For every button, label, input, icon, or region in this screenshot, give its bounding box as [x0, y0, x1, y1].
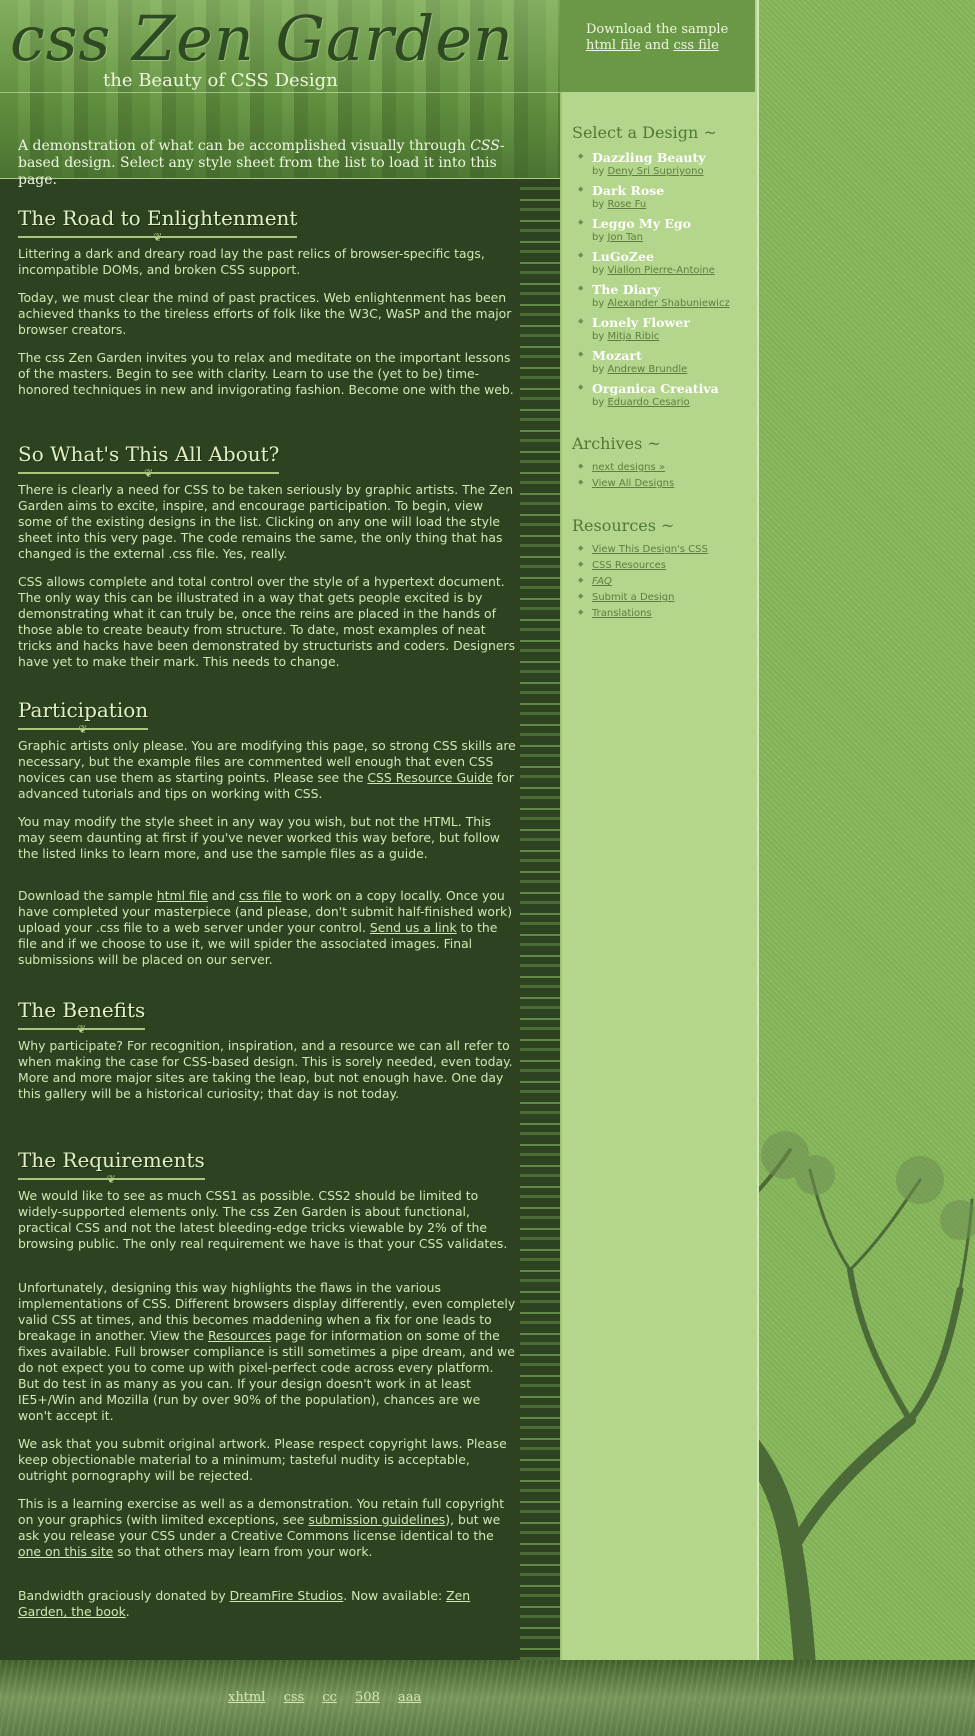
about-paragraph-1: There is clearly a need for CSS to be ta…: [18, 482, 514, 561]
design-link[interactable]: Mozart: [592, 348, 730, 363]
download-sample: Download the sample html file and css fi…: [586, 22, 729, 53]
benefits-paragraph-1: Why participate? For recognition, inspir…: [18, 1038, 513, 1101]
faq-link[interactable]: FAQ: [592, 574, 708, 590]
select-design-heading: Select a Design ~: [572, 123, 717, 142]
design-item: Mozartby Andrew Brundle: [578, 348, 730, 376]
resource-item: View This Design's CSS: [578, 542, 708, 558]
design-link[interactable]: The Diary: [592, 282, 730, 297]
design-link[interactable]: Organica Creativa: [592, 381, 730, 396]
resource-item: CSS Resources: [578, 558, 708, 574]
requirements-paragraph-4: This is a learning exercise as well as a…: [18, 1496, 505, 1559]
footer-link-cc[interactable]: cc: [322, 1690, 337, 1705]
section-title-benefits: The Benefits ❦: [18, 998, 146, 1036]
about-paragraph-2: CSS allows complete and total control ov…: [18, 574, 516, 669]
footer-link-508[interactable]: 508: [355, 1690, 380, 1705]
footer-link-aaa[interactable]: aaa: [398, 1690, 421, 1705]
road-paragraph-1: Littering a dark and dreary road lay the…: [18, 246, 485, 277]
author-link[interactable]: Alexander Shabuniewicz: [607, 298, 729, 309]
design-list: Dazzling Beautyby Deny Sri Supriyono Dar…: [578, 150, 730, 414]
footer-link-xhtml[interactable]: xhtml: [228, 1690, 265, 1705]
requirements-paragraph-3: We ask that you submit original artwork.…: [18, 1436, 507, 1483]
site-tagline: the Beauty of CSS Design: [103, 70, 338, 91]
view-all-designs-link[interactable]: View All Designs: [592, 476, 674, 492]
footer-links: xhtml css cc 508 aaa: [228, 1690, 435, 1705]
design-item: Organica Creativaby Eduardo Cesario: [578, 381, 730, 409]
resources-link[interactable]: Resources: [208, 1328, 271, 1343]
author-link[interactable]: Mitja Ribic: [607, 331, 659, 342]
road-paragraph-3: The css Zen Garden invites you to relax …: [18, 350, 514, 397]
author-link[interactable]: Deny Sri Supriyono: [607, 166, 703, 177]
resource-item: FAQ: [578, 574, 708, 590]
css-resource-guide-link[interactable]: CSS Resource Guide: [367, 770, 492, 785]
design-link[interactable]: Leggo My Ego: [592, 216, 730, 231]
archives-heading: Archives ~: [572, 434, 661, 453]
section-title-participation: Participation ❦: [18, 698, 149, 736]
requirements-paragraph-5: Bandwidth graciously donated by DreamFir…: [18, 1588, 471, 1619]
resource-item: Submit a Design: [578, 590, 708, 606]
resources-list: View This Design's CSS CSS Resources FAQ…: [578, 542, 708, 622]
site-logo: css Zen Garden: [10, 2, 514, 75]
next-designs-link[interactable]: next designs »: [592, 460, 674, 476]
design-item: Lonely Flowerby Mitja Ribic: [578, 315, 730, 343]
participation-paragraph-1: Graphic artists only please. You are mod…: [18, 738, 516, 801]
design-item: LuGoZeeby Viallon Pierre-Antoine: [578, 249, 730, 277]
dreamfire-link[interactable]: DreamFire Studios: [230, 1588, 344, 1603]
design-link[interactable]: Lonely Flower: [592, 315, 730, 330]
license-link[interactable]: one on this site: [18, 1544, 113, 1559]
design-item: The Diaryby Alexander Shabuniewicz: [578, 282, 730, 310]
design-link[interactable]: Dark Rose: [592, 183, 730, 198]
road-paragraph-2: Today, we must clear the mind of past pr…: [18, 290, 512, 337]
section-title-about: So What's This All About? ❦: [18, 442, 280, 480]
requirements-paragraph-1: We would like to see as much CSS1 as pos…: [18, 1188, 508, 1251]
participation-paragraph-2: You may modify the style sheet in any wa…: [18, 814, 500, 861]
resource-item: Translations: [578, 606, 708, 622]
design-link[interactable]: LuGoZee: [592, 249, 730, 264]
design-item: Dazzling Beautyby Deny Sri Supriyono: [578, 150, 730, 178]
design-item: Dark Roseby Rose Fu: [578, 183, 730, 211]
author-link[interactable]: Jon Tan: [607, 232, 643, 243]
css-resources-link[interactable]: CSS Resources: [592, 558, 708, 574]
section-title-requirements: The Requirements ❦: [18, 1148, 205, 1186]
design-item: Leggo My Egoby Jon Tan: [578, 216, 730, 244]
author-link[interactable]: Rose Fu: [607, 199, 646, 210]
intro-text: A demonstration of what can be accomplis…: [18, 138, 505, 188]
view-design-css-link[interactable]: View This Design's CSS: [592, 542, 708, 558]
requirements-paragraph-2: Unfortunately, designing this way highli…: [18, 1280, 516, 1423]
rough-edge: [520, 180, 560, 1660]
archives-list: next designs » View All Designs: [578, 460, 674, 492]
resources-heading: Resources ~: [572, 516, 675, 535]
section-title-road: The Road to Enlightenment ❦: [18, 206, 298, 244]
header-divider: [0, 92, 560, 93]
submit-design-link[interactable]: Submit a Design: [592, 590, 708, 606]
design-link[interactable]: Dazzling Beauty: [592, 150, 730, 165]
download-css-link[interactable]: css file: [673, 38, 718, 53]
download-html-link[interactable]: html file: [586, 38, 641, 53]
submission-guidelines-link[interactable]: submission guidelines: [308, 1512, 445, 1527]
html-file-link[interactable]: html file: [157, 888, 208, 903]
css-file-link[interactable]: css file: [239, 888, 282, 903]
footer-link-css[interactable]: css: [284, 1690, 305, 1705]
author-link[interactable]: Eduardo Cesario: [607, 397, 689, 408]
archive-item: next designs »: [578, 460, 674, 476]
participation-paragraph-3: Download the sample html file and css fi…: [18, 888, 513, 967]
send-link[interactable]: Send us a link: [370, 920, 457, 935]
footer: [0, 1660, 975, 1736]
author-link[interactable]: Viallon Pierre-Antoine: [607, 265, 714, 276]
author-link[interactable]: Andrew Brundle: [607, 364, 687, 375]
archive-item: View All Designs: [578, 476, 674, 492]
translations-link[interactable]: Translations: [592, 606, 708, 622]
